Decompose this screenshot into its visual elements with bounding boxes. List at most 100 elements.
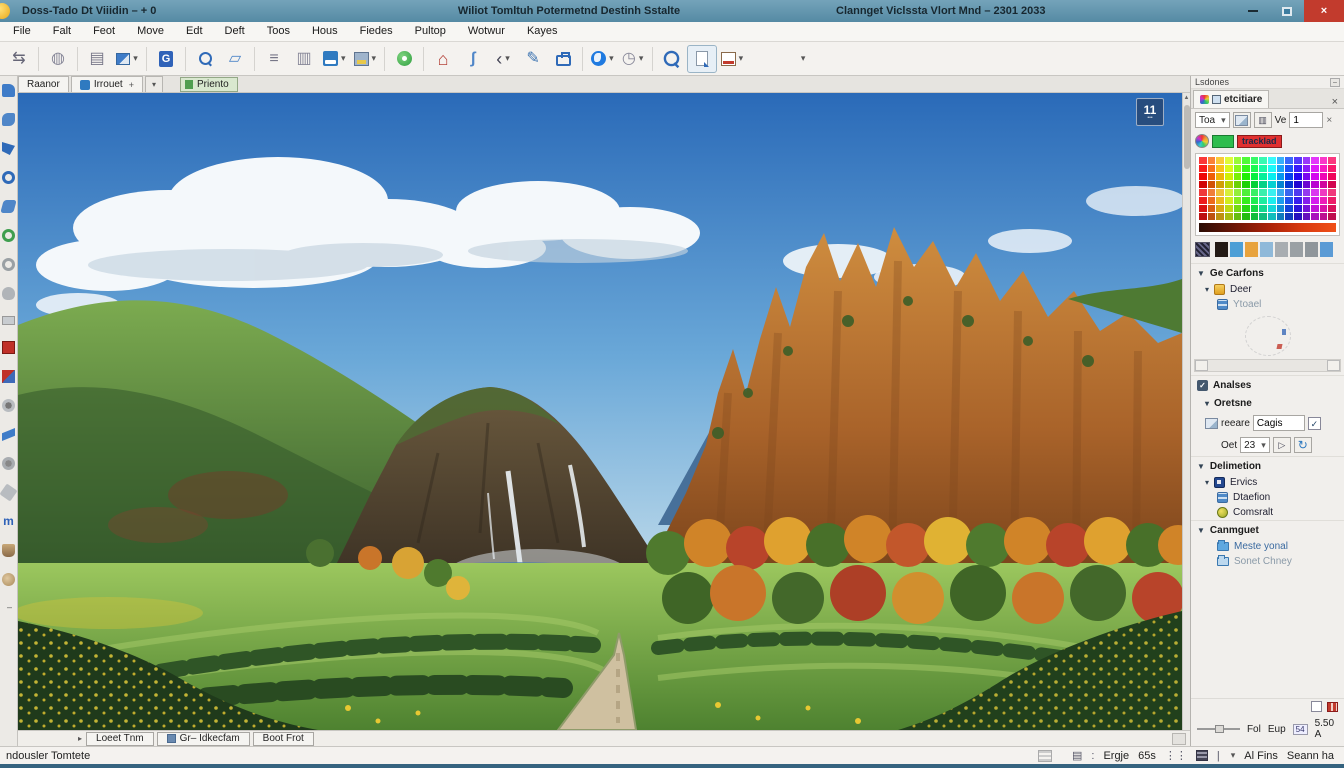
- history-button[interactable]: ◷▾: [618, 45, 648, 73]
- reeare-input[interactable]: [1253, 415, 1305, 431]
- home-button[interactable]: ⌂: [428, 45, 458, 73]
- value-input[interactable]: [1289, 112, 1323, 128]
- eraser-button[interactable]: ▱: [220, 45, 250, 73]
- status-mid-icon[interactable]: [1038, 750, 1052, 762]
- menu-fiedes[interactable]: Fiedes: [349, 22, 404, 41]
- gradient-bar[interactable]: [1199, 223, 1336, 232]
- ring-tool-icon[interactable]: [2, 171, 15, 184]
- document-tab-2[interactable]: Irrouet +: [71, 76, 143, 92]
- lightbulb-button[interactable]: ◍: [43, 45, 73, 73]
- section-oretsne[interactable]: ▾ Oretsne: [1191, 394, 1344, 412]
- mode-label[interactable]: Al Fins: [1244, 750, 1278, 762]
- swatch-mode-icon[interactable]: [1195, 242, 1210, 257]
- new-item-button[interactable]: [389, 45, 419, 73]
- edit-pen-button[interactable]: ✎: [518, 45, 548, 73]
- tools-more-button[interactable]: –: [7, 602, 12, 612]
- brush-tool-icon[interactable]: [2, 544, 15, 557]
- save-button[interactable]: ▾: [350, 45, 381, 73]
- field-checkbox[interactable]: ✓: [1308, 417, 1321, 430]
- section-analses[interactable]: ✓ Analses: [1191, 375, 1344, 394]
- chevron-down-icon[interactable]: ▾: [372, 53, 377, 64]
- oet-combo[interactable]: 23 ▾: [1240, 437, 1270, 453]
- bottom-tab-1[interactable]: Loeet Tnm: [86, 732, 154, 746]
- menu-wotwur[interactable]: Wotwur: [457, 22, 516, 41]
- menu-toos[interactable]: Toos: [256, 22, 301, 41]
- menu-pultop[interactable]: Pultop: [404, 22, 457, 41]
- menu-file[interactable]: File: [2, 22, 42, 41]
- chevron-down-icon[interactable]: ▾: [133, 53, 138, 64]
- tree-item-meste-yonal[interactable]: Meste yonal: [1191, 539, 1344, 554]
- panel-collapse-button[interactable]: –: [1330, 78, 1340, 87]
- tree-item-ytoael[interactable]: Ytoael: [1191, 297, 1344, 312]
- fill-wedge-button[interactable]: ▾: [112, 45, 142, 73]
- tree-item-comsralt[interactable]: Comsralt: [1191, 505, 1344, 520]
- canvas-image[interactable]: 11 •••: [18, 93, 1182, 730]
- insert-table-button[interactable]: ▾: [717, 45, 748, 73]
- expander-icon[interactable]: ▾: [1205, 478, 1209, 487]
- panel-tab-colors[interactable]: etcitiare: [1193, 90, 1269, 108]
- dark-grid-icon[interactable]: [1196, 750, 1208, 761]
- option-button-1[interactable]: [1233, 112, 1251, 128]
- smudge-tool-icon[interactable]: [2, 573, 15, 586]
- recent-swatch[interactable]: [1305, 242, 1318, 257]
- scrollbar-thumb[interactable]: [1184, 105, 1190, 169]
- recent-swatch[interactable]: [1320, 242, 1333, 257]
- undo-redo-button[interactable]: ⇆: [4, 45, 34, 73]
- menu-falt[interactable]: Falt: [42, 22, 82, 41]
- recent-swatch[interactable]: [1215, 242, 1228, 257]
- chevron-down-icon[interactable]: ▾: [609, 53, 614, 64]
- paste-button[interactable]: G: [151, 45, 181, 73]
- option-button-2[interactable]: ▥: [1254, 112, 1272, 128]
- more-options-button[interactable]: ▾: [787, 45, 817, 73]
- expander-icon[interactable]: ▼: [1197, 526, 1205, 535]
- zoom-slider[interactable]: [1197, 724, 1240, 734]
- tree-item-deer[interactable]: ▾ Deer: [1191, 282, 1344, 297]
- tool-select[interactable]: Toa ▾: [1195, 112, 1230, 128]
- expander-icon[interactable]: ▼: [1197, 269, 1205, 278]
- stamp-tool-icon[interactable]: [2, 258, 15, 271]
- menu-move[interactable]: Move: [126, 22, 175, 41]
- columns-button[interactable]: ▥: [289, 45, 319, 73]
- slider-handle[interactable]: [1215, 725, 1224, 733]
- select-tool-icon[interactable]: [2, 84, 15, 97]
- tree-item-dtaefion[interactable]: Dtaefion: [1191, 490, 1344, 505]
- back-chevron-button[interactable]: ‹▾: [488, 45, 518, 73]
- tab-list-dropdown[interactable]: ▾: [145, 76, 163, 92]
- chevron-down-icon[interactable]: ▾: [505, 53, 510, 64]
- wreath-tool-icon[interactable]: [2, 229, 15, 242]
- mini-hscrollbar[interactable]: [1194, 359, 1341, 372]
- section-ge-carfons[interactable]: ▼ Ge Carfons: [1191, 263, 1344, 282]
- vertical-scrollbar[interactable]: ▲: [1182, 93, 1190, 730]
- mini-scroll-left-button[interactable]: [1195, 360, 1208, 371]
- expander-icon[interactable]: ▾: [1205, 285, 1209, 294]
- recent-swatch[interactable]: [1230, 242, 1243, 257]
- color-palette-grid[interactable]: [1199, 157, 1336, 220]
- engine-label[interactable]: Ergje: [1103, 750, 1129, 762]
- recent-swatch[interactable]: [1245, 242, 1258, 257]
- gear-tool-icon[interactable]: [2, 399, 15, 412]
- secondary-color-chip[interactable]: tracklad: [1237, 135, 1282, 148]
- curve-tool-icon[interactable]: [0, 200, 16, 213]
- refresh-button[interactable]: ↻: [1294, 437, 1312, 453]
- handle-tool-button[interactable]: ʃ: [458, 45, 488, 73]
- close-button[interactable]: ×: [1304, 0, 1344, 22]
- primary-color-chip[interactable]: [1212, 135, 1234, 148]
- cut-tool-icon[interactable]: [2, 142, 15, 155]
- menu-edt[interactable]: Edt: [175, 22, 214, 41]
- scroll-up-icon[interactable]: ▲: [1184, 93, 1190, 103]
- zoom-lens-button[interactable]: [190, 45, 220, 73]
- tree-item-ervics[interactable]: ▾ Ervics: [1191, 475, 1344, 490]
- recent-swatch[interactable]: [1260, 242, 1273, 257]
- expander-icon[interactable]: ▼: [1197, 462, 1205, 471]
- tab-scroll-left-icon[interactable]: ▸: [78, 734, 82, 743]
- option-checkbox[interactable]: [1311, 701, 1322, 712]
- section-canmguet[interactable]: ▼ Canmguet: [1191, 520, 1344, 539]
- menu-kayes[interactable]: Kayes: [516, 22, 569, 41]
- recent-swatch[interactable]: [1290, 242, 1303, 257]
- play-button[interactable]: ▷: [1273, 437, 1291, 453]
- spanner-tool-icon[interactable]: [0, 483, 18, 501]
- flat-tool-icon[interactable]: [2, 316, 15, 325]
- search-button[interactable]: [657, 45, 687, 73]
- clear-value-icon[interactable]: ×: [1326, 115, 1332, 126]
- badge-tool-icon[interactable]: [2, 341, 15, 354]
